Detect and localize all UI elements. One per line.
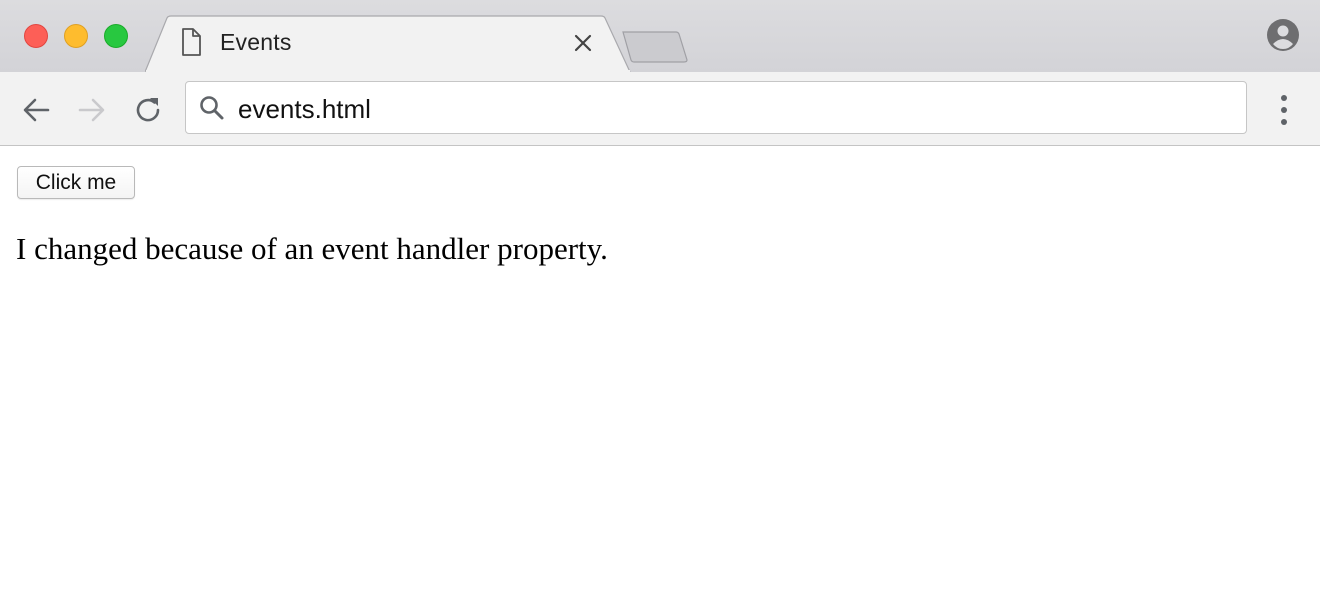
tab-events[interactable]: Events xyxy=(145,15,631,73)
account-circle-icon[interactable] xyxy=(1266,18,1300,52)
new-tab-icon[interactable] xyxy=(620,30,690,64)
reload-icon[interactable] xyxy=(132,94,164,126)
kebab-menu-icon[interactable] xyxy=(1274,92,1294,128)
tab-title: Events xyxy=(220,29,292,55)
click-me-button[interactable]: Click me xyxy=(17,166,135,199)
arrow-left-icon[interactable] xyxy=(20,94,52,126)
document-icon xyxy=(182,28,201,56)
browser-toolbar xyxy=(0,72,1320,146)
browser-window: Events events.html Click me I changed be… xyxy=(0,0,1320,600)
window-maximize-button[interactable] xyxy=(104,24,128,48)
page-content: Click me I changed because of an event h… xyxy=(0,147,1320,600)
close-icon[interactable] xyxy=(573,33,593,53)
address-bar[interactable] xyxy=(185,81,1247,134)
arrow-right-icon[interactable] xyxy=(76,94,108,126)
window-minimize-button[interactable] xyxy=(64,24,88,48)
tab-strip: Events xyxy=(0,0,1320,73)
window-close-button[interactable] xyxy=(24,24,48,48)
status-paragraph: I changed because of an event handler pr… xyxy=(16,231,608,266)
url-input[interactable] xyxy=(238,93,1218,125)
tab-background xyxy=(145,15,631,73)
search-icon xyxy=(200,96,224,120)
